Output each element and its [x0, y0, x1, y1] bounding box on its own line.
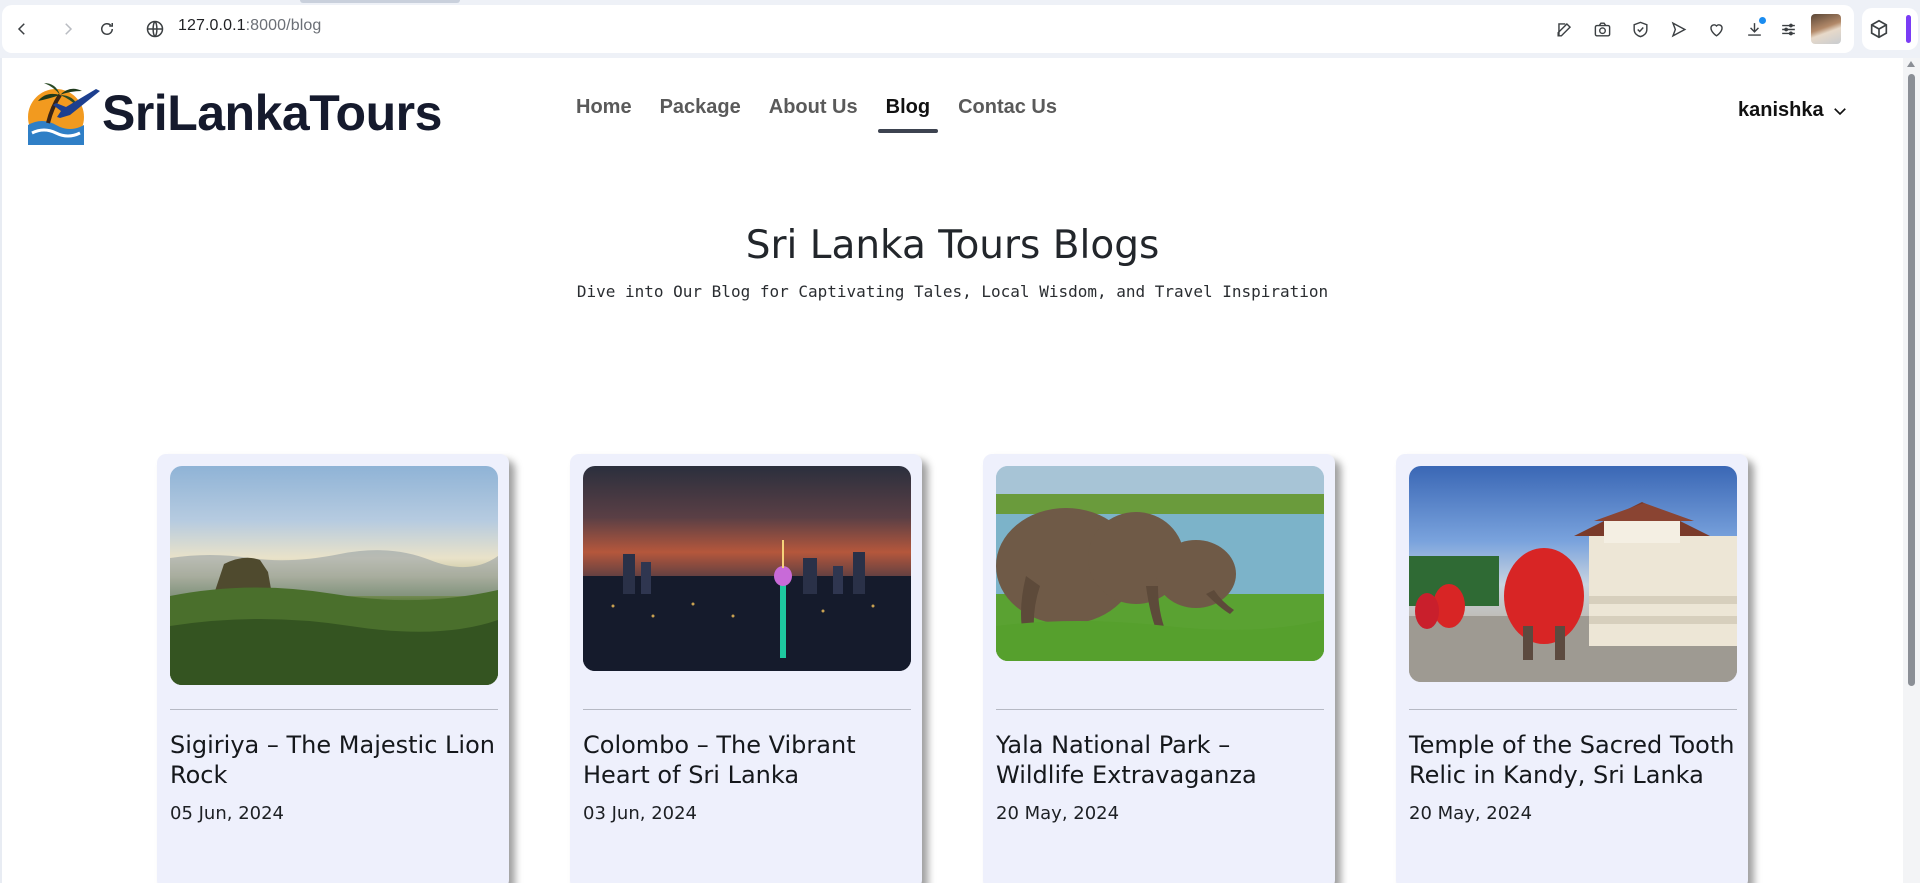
- blog-image-colombo[interactable]: [583, 466, 911, 671]
- blog-title[interactable]: Temple of the Sacred Tooth Relic in Kand…: [1409, 730, 1739, 790]
- blog-title[interactable]: Sigiriya – The Majestic Lion Rock: [170, 730, 500, 790]
- tab-strip-hint: [300, 0, 460, 3]
- edit-page-button[interactable]: [1552, 17, 1576, 41]
- nav-about-us[interactable]: About Us: [769, 96, 858, 129]
- url-host: 127.0.0.1: [178, 17, 246, 34]
- profile-avatar[interactable]: [1811, 14, 1841, 44]
- downloads-button[interactable]: [1742, 17, 1766, 41]
- site-logo[interactable]: SriLankaTours: [18, 77, 442, 149]
- page-subtitle: Dive into Our Blog for Captivating Tales…: [576, 282, 1329, 301]
- page-viewport: SriLankaTours Home Package About Us Blog…: [2, 58, 1903, 883]
- heart-icon: [1709, 23, 1723, 37]
- scrollbar-thumb[interactable]: [1908, 74, 1915, 686]
- scroll-up-arrow-icon[interactable]: [1907, 61, 1915, 67]
- main-nav: Home Package About Us Blog Contac Us: [576, 96, 1085, 133]
- logo-text: SriLankaTours: [102, 85, 442, 141]
- blog-card-colombo[interactable]: Colombo – The Vibrant Heart of Sri Lanka…: [570, 454, 922, 883]
- card-divider: [996, 709, 1324, 710]
- send-button[interactable]: [1666, 17, 1690, 41]
- nav-blog[interactable]: Blog: [877, 96, 939, 133]
- nav-package[interactable]: Package: [660, 96, 741, 129]
- back-button[interactable]: [9, 16, 35, 42]
- blog-card-kandy[interactable]: Temple of the Sacred Tooth Relic in Kand…: [1396, 454, 1748, 883]
- sigiriya-illustration: [170, 550, 498, 685]
- url-text[interactable]: 127.0.0.1:8000/blog: [178, 17, 321, 35]
- blog-card-sigiriya[interactable]: Sigiriya – The Majestic Lion Rock 05 Jun…: [157, 454, 509, 883]
- blog-image-yala[interactable]: [996, 466, 1324, 661]
- screenshot-button[interactable]: [1590, 17, 1614, 41]
- user-name: kanishka: [1738, 99, 1824, 121]
- menu-button[interactable]: [1776, 17, 1800, 41]
- blog-date: 20 May, 2024: [1409, 803, 1533, 824]
- camera-icon: [1594, 21, 1610, 37]
- shield-check-icon: [1632, 21, 1648, 37]
- shield-button[interactable]: [1628, 17, 1652, 41]
- blog-image-kandy[interactable]: [1409, 466, 1737, 682]
- logo-palm-plane-icon: [28, 83, 100, 145]
- nav-home[interactable]: Home: [576, 96, 632, 129]
- sidebar-toggle[interactable]: [1906, 15, 1911, 43]
- yala-elephants-illustration: [996, 466, 1324, 661]
- blog-image-sigiriya[interactable]: [170, 466, 498, 685]
- blog-date: 20 May, 2024: [996, 803, 1120, 824]
- page-title: Sri Lanka Tours Blogs: [745, 223, 1160, 268]
- send-icon: [1671, 21, 1686, 37]
- browser-toolbar: 127.0.0.1:8000/blog: [0, 0, 1920, 58]
- sliders-icon: [1781, 23, 1795, 35]
- reload-button[interactable]: [94, 16, 120, 42]
- blog-title[interactable]: Yala National Park – Wildlife Extravagan…: [996, 730, 1326, 790]
- url-path: :8000/blog: [245, 17, 322, 34]
- download-badge: [1759, 17, 1766, 24]
- forward-button[interactable]: [55, 16, 81, 42]
- colombo-illustration: [583, 540, 911, 671]
- card-divider: [1409, 709, 1737, 710]
- globe-icon[interactable]: [145, 19, 165, 39]
- page-scrollbar[interactable]: [1903, 58, 1920, 883]
- reload-icon: [101, 23, 113, 35]
- edit-icon: [1556, 22, 1571, 37]
- blog-date: 03 Jun, 2024: [583, 803, 698, 824]
- card-divider: [583, 709, 911, 710]
- blog-date: 05 Jun, 2024: [170, 803, 285, 824]
- arrow-left-icon: [17, 23, 25, 35]
- kandy-temple-illustration: [1409, 502, 1737, 682]
- chevron-down-icon: [1833, 107, 1846, 115]
- card-divider: [170, 709, 498, 710]
- cube-icon[interactable]: [1868, 18, 1890, 40]
- blog-title[interactable]: Colombo – The Vibrant Heart of Sri Lanka: [583, 730, 913, 790]
- arrow-right-icon: [65, 23, 73, 35]
- nav-contact-us[interactable]: Contac Us: [958, 96, 1057, 129]
- user-menu[interactable]: kanishka: [1738, 99, 1849, 122]
- blog-card-yala[interactable]: Yala National Park – Wildlife Extravagan…: [983, 454, 1335, 883]
- favorites-button[interactable]: [1704, 17, 1728, 41]
